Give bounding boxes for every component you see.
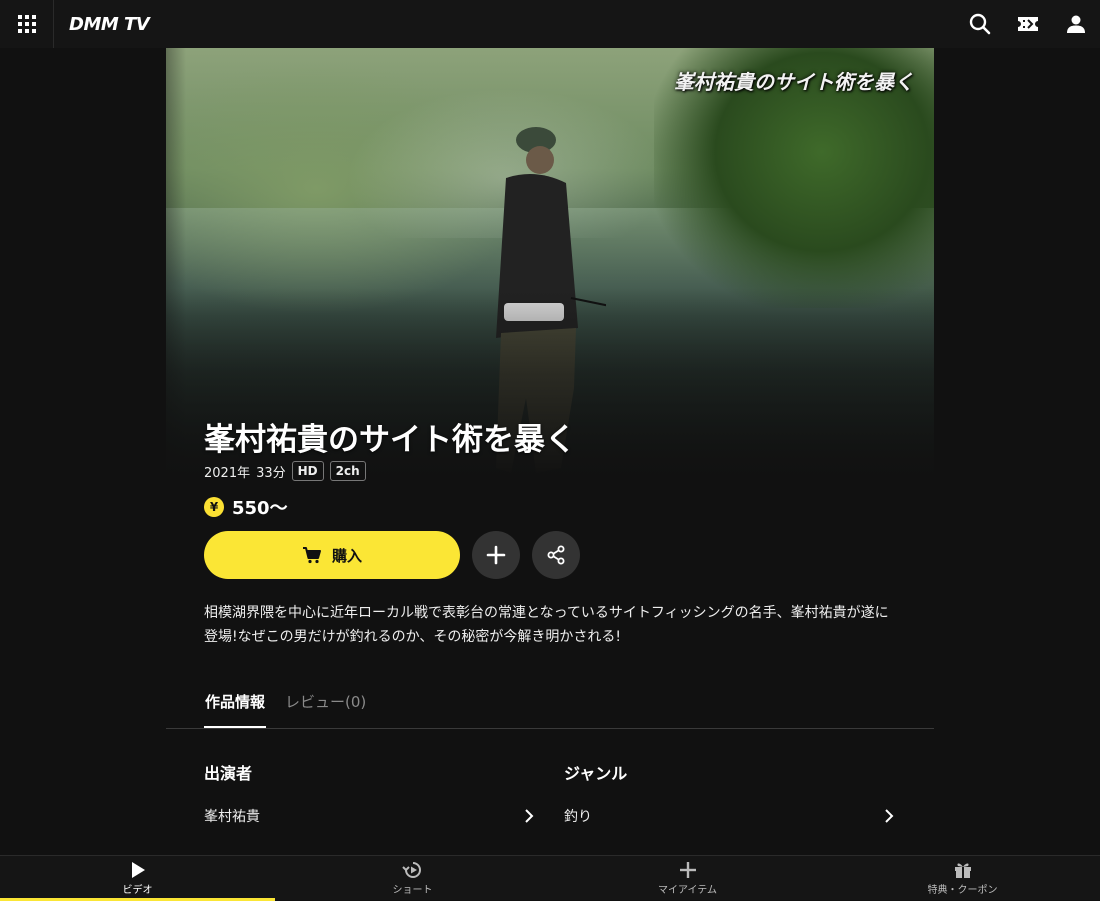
tab-reviews[interactable]: レビュー(0) bbox=[285, 682, 366, 728]
nav-label: 特典・クーポン bbox=[927, 885, 998, 896]
nav-my-items[interactable]: マイアイテム bbox=[550, 856, 825, 901]
cast-link[interactable]: 峯村祐貴 bbox=[204, 806, 534, 826]
duration: 33分 bbox=[256, 465, 286, 481]
cast-section: 出演者 峯村祐貴 bbox=[204, 760, 534, 826]
cart-icon bbox=[302, 547, 321, 564]
search-icon bbox=[969, 13, 991, 35]
plus-icon bbox=[679, 862, 696, 878]
price-value: 550〜 bbox=[232, 498, 288, 519]
hd-badge: HD bbox=[291, 461, 324, 481]
chevron-right-icon bbox=[525, 809, 534, 823]
bottom-nav: ビデオ ショート マイアイテム 特典・クーポン bbox=[0, 855, 1100, 901]
chevron-right-icon bbox=[885, 809, 894, 823]
audio-badge: 2ch bbox=[329, 461, 366, 481]
genre-heading: ジャンル bbox=[564, 764, 628, 783]
add-to-list-button[interactable] bbox=[472, 531, 520, 579]
short-play-icon bbox=[401, 862, 421, 878]
nav-video[interactable]: ビデオ bbox=[0, 856, 275, 901]
play-icon bbox=[131, 862, 145, 878]
cast-name: 峯村祐貴 bbox=[204, 809, 260, 825]
ticket-icon bbox=[1018, 17, 1038, 31]
meta-info: 2021年 33分 HD 2ch bbox=[204, 461, 366, 481]
genre-section: ジャンル 釣り bbox=[564, 760, 894, 826]
logo[interactable]: DMM TV bbox=[69, 14, 150, 35]
genre-link[interactable]: 釣り bbox=[564, 806, 894, 826]
description-line: 相模湖界隈を中心に近年ローカル戦で表彰台の常連となっているサイトフィッシングの名… bbox=[204, 605, 889, 621]
nav-short[interactable]: ショート bbox=[275, 856, 550, 901]
search-button[interactable] bbox=[956, 0, 1004, 48]
grid-icon bbox=[17, 15, 36, 33]
gift-icon bbox=[954, 863, 971, 878]
release-year: 2021年 bbox=[204, 465, 251, 481]
share-icon bbox=[547, 545, 565, 565]
buy-button[interactable]: 購入 bbox=[204, 531, 460, 579]
description-line: 登場!なぜこの男だけが釣れるのか、その秘密が今解き明かされる! bbox=[204, 629, 621, 645]
top-bar: DMM TV bbox=[0, 0, 1100, 48]
cast-heading: 出演者 bbox=[204, 764, 253, 783]
price: ¥ 550〜 bbox=[204, 494, 288, 520]
grid-menu-button[interactable] bbox=[0, 0, 54, 48]
user-icon bbox=[1067, 15, 1085, 33]
yen-coin-icon: ¥ bbox=[204, 497, 224, 517]
share-button[interactable] bbox=[532, 531, 580, 579]
nav-label: マイアイテム bbox=[658, 885, 717, 896]
genre-name: 釣り bbox=[564, 809, 592, 825]
hero-overlay-title: 峯村祐貴のサイト術を暴く bbox=[674, 70, 914, 94]
nav-label: ビデオ bbox=[122, 885, 153, 896]
tab-work-info[interactable]: 作品情報 bbox=[204, 682, 267, 728]
description: 相模湖界隈を中心に近年ローカル戦で表彰台の常連となっているサイトフィッシングの名… bbox=[204, 601, 904, 649]
plus-icon bbox=[486, 545, 506, 565]
buy-button-label: 購入 bbox=[331, 546, 362, 565]
ticket-button[interactable] bbox=[1004, 0, 1052, 48]
account-button[interactable] bbox=[1052, 0, 1100, 48]
page-title: 峯村祐貴のサイト術を暴く bbox=[204, 422, 576, 458]
tab-bar: 作品情報 レビュー(0) bbox=[166, 682, 934, 729]
nav-benefits[interactable]: 特典・クーポン bbox=[825, 856, 1100, 901]
nav-label: ショート bbox=[392, 885, 433, 896]
